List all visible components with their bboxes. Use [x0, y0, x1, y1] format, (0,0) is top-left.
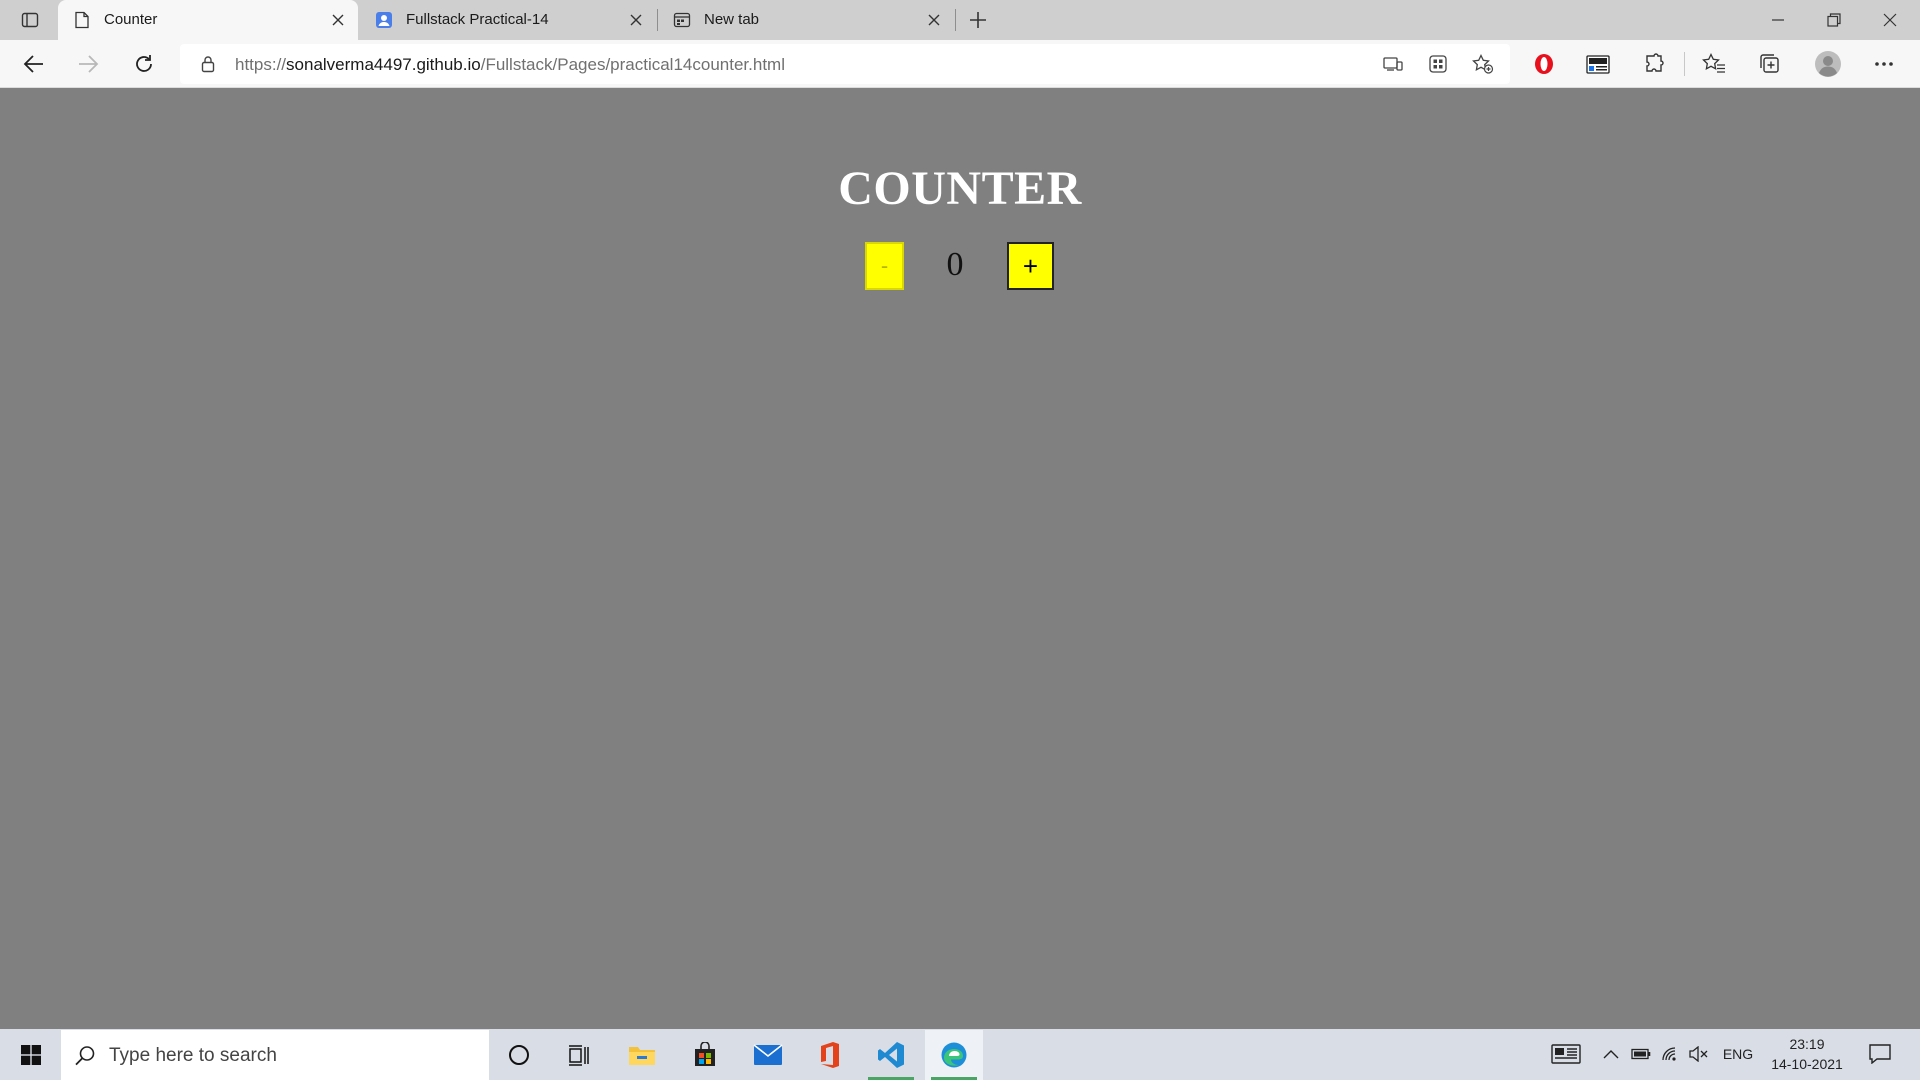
more-dots-icon: [1875, 62, 1893, 66]
clock-time: 23:19: [1789, 1036, 1825, 1052]
forward-arrow-icon: [79, 55, 99, 73]
tab-title: Counter: [104, 11, 158, 28]
battery-icon[interactable]: [1630, 1041, 1652, 1067]
opera-extension-icon[interactable]: [1528, 48, 1560, 80]
news-interests-icon[interactable]: [1550, 1041, 1582, 1067]
vscode-button[interactable]: [862, 1030, 920, 1080]
minimize-button[interactable]: [1750, 0, 1806, 40]
url-text[interactable]: https://sonalverma4497.github.io/Fullsta…: [235, 55, 785, 75]
tab-actions-button[interactable]: [14, 6, 46, 34]
mail-button[interactable]: [739, 1030, 797, 1080]
task-view-button[interactable]: [550, 1030, 608, 1080]
volume-muted-icon[interactable]: [1688, 1041, 1710, 1067]
profile-avatar[interactable]: [1812, 48, 1844, 80]
address-bar[interactable]: https://sonalverma4497.github.io/Fullsta…: [180, 44, 1510, 84]
tab-new-tab[interactable]: New tab: [658, 0, 954, 40]
plus-icon: [970, 12, 986, 28]
tab-fullstack-practical[interactable]: Fullstack Practical-14: [360, 0, 656, 40]
forward-button[interactable]: [70, 48, 106, 80]
lock-icon[interactable]: [198, 54, 218, 74]
restore-button[interactable]: [1806, 0, 1862, 40]
edge-button[interactable]: [925, 1030, 983, 1080]
immersive-reader-icon[interactable]: [1380, 52, 1406, 76]
windows-logo-icon: [21, 1045, 41, 1065]
extensions-icon[interactable]: [1638, 48, 1670, 80]
tab-actions-icon: [21, 12, 39, 28]
cortana-icon: [509, 1045, 529, 1065]
url-path: /Fullstack/Pages/practical14counter.html: [480, 55, 785, 74]
clock-date: 14-10-2021: [1771, 1056, 1843, 1072]
collections-icon[interactable]: [1754, 48, 1786, 80]
close-window-button[interactable]: [1862, 0, 1918, 40]
refresh-button[interactable]: [126, 48, 162, 80]
page-icon: [72, 10, 92, 30]
browser-toolbar: https://sonalverma4497.github.io/Fullsta…: [0, 40, 1920, 88]
close-icon: [1883, 13, 1897, 27]
apps-icon[interactable]: [1425, 52, 1451, 76]
office-button[interactable]: [801, 1030, 859, 1080]
taskbar: Type here to search ENG 23:19 14-10-2021: [0, 1029, 1920, 1080]
show-hidden-icons-icon[interactable]: [1600, 1041, 1622, 1067]
search-placeholder: Type here to search: [109, 1045, 277, 1066]
tab-title: New tab: [704, 11, 760, 28]
close-icon[interactable]: [924, 10, 944, 30]
start-button[interactable]: [10, 1035, 52, 1075]
store-bag-icon: [695, 1042, 715, 1066]
back-button[interactable]: [16, 48, 52, 80]
taskbar-search-box[interactable]: Type here to search: [61, 1030, 489, 1080]
restore-icon: [1827, 13, 1841, 27]
tab-strip: Counter Fullstack Practical-14 New tab: [0, 0, 1920, 40]
favorites-icon[interactable]: [1698, 48, 1730, 80]
settings-more-button[interactable]: [1868, 48, 1900, 80]
page-title: COUNTER: [838, 162, 1082, 215]
decrement-button[interactable]: -: [865, 242, 904, 290]
page-content: COUNTER - 0 +: [0, 89, 1920, 1029]
toolbar-separator: [1684, 52, 1685, 76]
store-button[interactable]: [676, 1030, 734, 1080]
counter-value: 0: [946, 246, 964, 283]
tab-counter[interactable]: Counter: [58, 0, 358, 40]
edge-icon: [941, 1042, 967, 1068]
tab-title: Fullstack Practical-14: [406, 11, 549, 28]
avatar-icon: [1815, 51, 1841, 77]
minimize-icon: [1772, 19, 1784, 21]
search-icon: [75, 1046, 95, 1066]
new-tab-button[interactable]: [962, 6, 994, 34]
back-arrow-icon: [23, 55, 43, 73]
newtab-icon: [672, 10, 692, 30]
url-prefix: https://: [235, 55, 287, 74]
refresh-icon: [136, 55, 152, 72]
add-favorite-icon[interactable]: [1470, 52, 1496, 76]
wifi-icon[interactable]: [1660, 1041, 1682, 1067]
task-view-icon: [569, 1045, 589, 1066]
tab-separator: [955, 9, 956, 31]
office-icon: [821, 1042, 839, 1068]
close-icon[interactable]: [626, 10, 646, 30]
folder-icon: [629, 1047, 655, 1065]
url-host: sonalverma4497.github.io: [286, 55, 481, 74]
close-icon[interactable]: [328, 10, 348, 30]
vscode-icon: [878, 1042, 904, 1068]
increment-button[interactable]: +: [1007, 242, 1054, 290]
clock[interactable]: 23:19 14-10-2021: [1766, 1034, 1848, 1074]
news-extension-icon[interactable]: [1582, 48, 1614, 80]
file-explorer-button[interactable]: [613, 1030, 671, 1080]
action-center-icon[interactable]: [1866, 1041, 1894, 1067]
language-indicator[interactable]: ENG: [1720, 1041, 1756, 1067]
cortana-button[interactable]: [490, 1030, 548, 1080]
contact-icon: [374, 10, 394, 30]
mail-icon: [753, 1044, 783, 1065]
